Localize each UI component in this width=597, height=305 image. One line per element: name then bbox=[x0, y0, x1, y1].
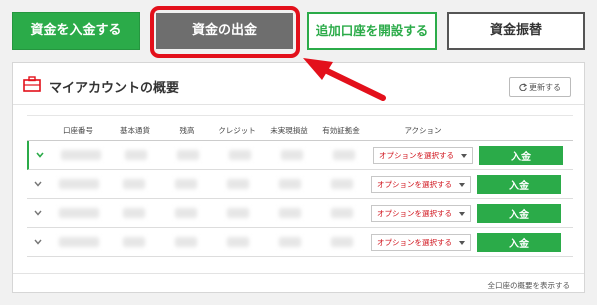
chevron-down-icon[interactable] bbox=[33, 208, 43, 218]
refresh-icon bbox=[519, 83, 527, 91]
redacted-value bbox=[175, 179, 197, 189]
row-deposit-button[interactable]: 入金 bbox=[477, 233, 561, 252]
header-action: アクション bbox=[404, 126, 442, 135]
highlight-ring bbox=[150, 6, 300, 58]
deposit-funds-button[interactable]: 資金を入金する bbox=[12, 12, 140, 50]
row-deposit-button[interactable]: 入金 bbox=[477, 204, 561, 223]
redacted-value bbox=[331, 179, 353, 189]
refresh-button[interactable]: 更新する bbox=[509, 77, 571, 97]
header-account-number: 口座番号 bbox=[63, 126, 93, 135]
table-row: オプションを選択する 入金 bbox=[27, 199, 573, 228]
redacted-value bbox=[281, 150, 303, 160]
action-select[interactable]: オプションを選択する bbox=[371, 176, 471, 193]
redacted-value bbox=[227, 179, 249, 189]
table-header: 口座番号 基本通貨 残高 クレジット 未実現損益 有効証拠金 アクション bbox=[27, 115, 573, 141]
table-row: オプションを選択する 入金 bbox=[27, 170, 573, 199]
dropdown-caret-icon bbox=[461, 154, 467, 158]
fund-transfer-button[interactable]: 資金振替 bbox=[447, 12, 585, 50]
redacted-value bbox=[175, 208, 197, 218]
action-select[interactable]: オプションを選択する bbox=[373, 147, 473, 164]
panel-header: マイアカウントの概要 更新する bbox=[13, 63, 584, 105]
show-all-accounts-link[interactable]: 全口座の概要を表示する bbox=[488, 280, 571, 291]
accounts-table: 口座番号 基本通貨 残高 クレジット 未実現損益 有効証拠金 アクション オプシ… bbox=[27, 115, 573, 257]
row-deposit-button[interactable]: 入金 bbox=[479, 146, 563, 165]
redacted-value bbox=[279, 237, 301, 247]
table-row: オプションを選択する 入金 bbox=[27, 141, 573, 170]
redacted-value bbox=[331, 208, 353, 218]
redacted-value bbox=[333, 150, 355, 160]
redacted-value bbox=[227, 208, 249, 218]
header-base-currency: 基本通貨 bbox=[120, 126, 150, 135]
redacted-account-number bbox=[61, 150, 101, 160]
redacted-value bbox=[177, 150, 199, 160]
refresh-label: 更新する bbox=[529, 82, 561, 92]
header-credit: クレジット bbox=[218, 126, 256, 135]
panel-footer: 全口座の概要を表示する bbox=[13, 273, 584, 293]
table-row: オプションを選択する 入金 bbox=[27, 228, 573, 257]
redacted-value bbox=[279, 179, 301, 189]
header-equity: 有効証拠金 bbox=[322, 126, 360, 135]
redacted-value bbox=[331, 237, 353, 247]
redacted-value bbox=[227, 237, 249, 247]
row-deposit-button[interactable]: 入金 bbox=[477, 175, 561, 194]
account-overview-panel: マイアカウントの概要 更新する 口座番号 基本通貨 残高 クレジット 未実現損益… bbox=[12, 62, 585, 293]
chevron-down-icon[interactable] bbox=[35, 150, 45, 160]
chevron-down-icon[interactable] bbox=[33, 179, 43, 189]
dropdown-caret-icon bbox=[459, 183, 465, 187]
open-additional-account-button[interactable]: 追加口座を開設する bbox=[307, 12, 437, 50]
action-select-value: オプションを選択する bbox=[377, 238, 452, 247]
redacted-value bbox=[123, 179, 145, 189]
header-unrealized-pl: 未実現損益 bbox=[270, 126, 308, 135]
action-select-value: オプションを選択する bbox=[377, 209, 452, 218]
action-select-value: オプションを選択する bbox=[377, 180, 452, 189]
chevron-down-icon[interactable] bbox=[33, 237, 43, 247]
redacted-account-number bbox=[59, 237, 99, 247]
redacted-value bbox=[123, 208, 145, 218]
action-select[interactable]: オプションを選択する bbox=[371, 234, 471, 251]
redacted-value bbox=[229, 150, 251, 160]
dropdown-caret-icon bbox=[459, 241, 465, 245]
redacted-account-number bbox=[59, 179, 99, 189]
redacted-value bbox=[125, 150, 147, 160]
action-select[interactable]: オプションを選択する bbox=[371, 205, 471, 222]
panel-title: マイアカウントの概要 bbox=[49, 81, 180, 96]
dropdown-caret-icon bbox=[459, 212, 465, 216]
redacted-value bbox=[279, 208, 301, 218]
action-select-value: オプションを選択する bbox=[379, 151, 454, 160]
redacted-account-number bbox=[59, 208, 99, 218]
briefcase-icon bbox=[23, 76, 41, 92]
header-balance: 残高 bbox=[179, 126, 195, 135]
redacted-value bbox=[175, 237, 197, 247]
redacted-value bbox=[123, 237, 145, 247]
